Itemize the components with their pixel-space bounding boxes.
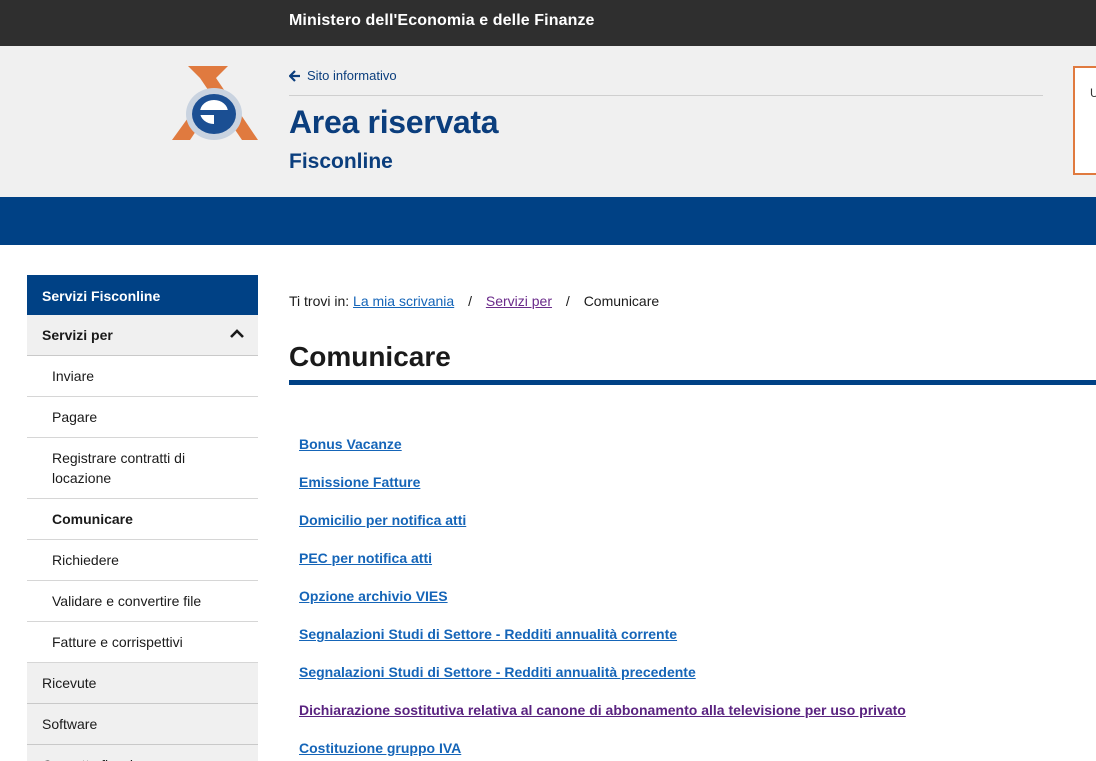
header-divider xyxy=(289,95,1043,96)
sidebar-item-richiedere[interactable]: Richiedere xyxy=(27,540,258,581)
sidebar-group-servizi-per[interactable]: Servizi per xyxy=(27,315,258,356)
link-bonus-vacanze[interactable]: Bonus Vacanze xyxy=(299,436,1079,474)
breadcrumb-link-scrivania[interactable]: La mia scrivania xyxy=(353,293,454,309)
breadcrumb: Ti trovi in: La mia scrivania / Servizi … xyxy=(289,293,659,309)
agenzia-entrate-logo[interactable] xyxy=(170,64,260,144)
chevron-up-icon xyxy=(230,329,244,338)
back-to-info-site-link[interactable]: Sito informativo xyxy=(289,68,397,83)
back-link-label: Sito informativo xyxy=(307,68,397,83)
area-title: Area riservata xyxy=(289,104,499,140)
breadcrumb-current: Comunicare xyxy=(583,293,660,309)
link-dichiarazione-canone-tv[interactable]: Dichiarazione sostitutiva relativa al ca… xyxy=(299,702,1079,740)
ministry-name: Ministero dell'Economia e delle Finanze xyxy=(289,12,595,29)
link-studi-settore-corrente[interactable]: Segnalazioni Studi di Settore - Redditi … xyxy=(299,626,1079,664)
breadcrumb-separator: / xyxy=(565,293,570,309)
sidebar-heading[interactable]: Servizi Fisconline xyxy=(27,275,258,315)
link-emissione-fatture[interactable]: Emissione Fatture xyxy=(299,474,1079,512)
sidebar-item-registrare[interactable]: Registrare contratti di locazione xyxy=(27,438,258,499)
sidebar-item-pagare[interactable]: Pagare xyxy=(27,397,258,438)
sidebar-item-software[interactable]: Software xyxy=(27,704,258,745)
sidebar-item-validare[interactable]: Validare e convertire file xyxy=(27,581,258,622)
link-opzione-vies[interactable]: Opzione archivio VIES xyxy=(299,588,1079,626)
breadcrumb-prefix: Ti trovi in: xyxy=(289,293,350,309)
sidebar-item-comunicare[interactable]: Comunicare xyxy=(27,499,258,540)
service-links: Bonus Vacanze Emissione Fatture Domicili… xyxy=(299,436,1079,761)
sidebar-item-inviare[interactable]: Inviare xyxy=(27,356,258,397)
link-studi-settore-precedente[interactable]: Segnalazioni Studi di Settore - Redditi … xyxy=(299,664,1079,702)
arrow-left-icon xyxy=(289,69,300,82)
link-pec-notifica[interactable]: PEC per notifica atti xyxy=(299,550,1079,588)
sidebar-item-fatture[interactable]: Fatture e corrispettivi xyxy=(27,622,258,663)
title-rule xyxy=(289,380,1096,385)
breadcrumb-link-servizi-per[interactable]: Servizi per xyxy=(486,293,552,309)
nav-bar xyxy=(0,197,1096,245)
user-box[interactable]: U xyxy=(1073,66,1096,175)
top-bar: Ministero dell'Economia e delle Finanze xyxy=(0,0,1096,46)
sidebar-item-cassetto[interactable]: Cassetto fiscale xyxy=(27,745,258,761)
breadcrumb-separator: / xyxy=(468,293,472,309)
site-header: Sito informativo Area riservata Fisconli… xyxy=(0,46,1096,197)
sidebar-group-label: Servizi per xyxy=(42,327,113,343)
link-gruppo-iva[interactable]: Costituzione gruppo IVA xyxy=(299,740,1079,761)
page-title: Comunicare xyxy=(289,341,451,372)
sidebar: Servizi Fisconline Servizi per Inviare P… xyxy=(27,275,258,761)
sidebar-item-ricevute[interactable]: Ricevute xyxy=(27,663,258,704)
area-subtitle: Fisconline xyxy=(289,150,393,173)
link-domicilio-notifica[interactable]: Domicilio per notifica atti xyxy=(299,512,1079,550)
user-box-text: U xyxy=(1090,86,1096,100)
